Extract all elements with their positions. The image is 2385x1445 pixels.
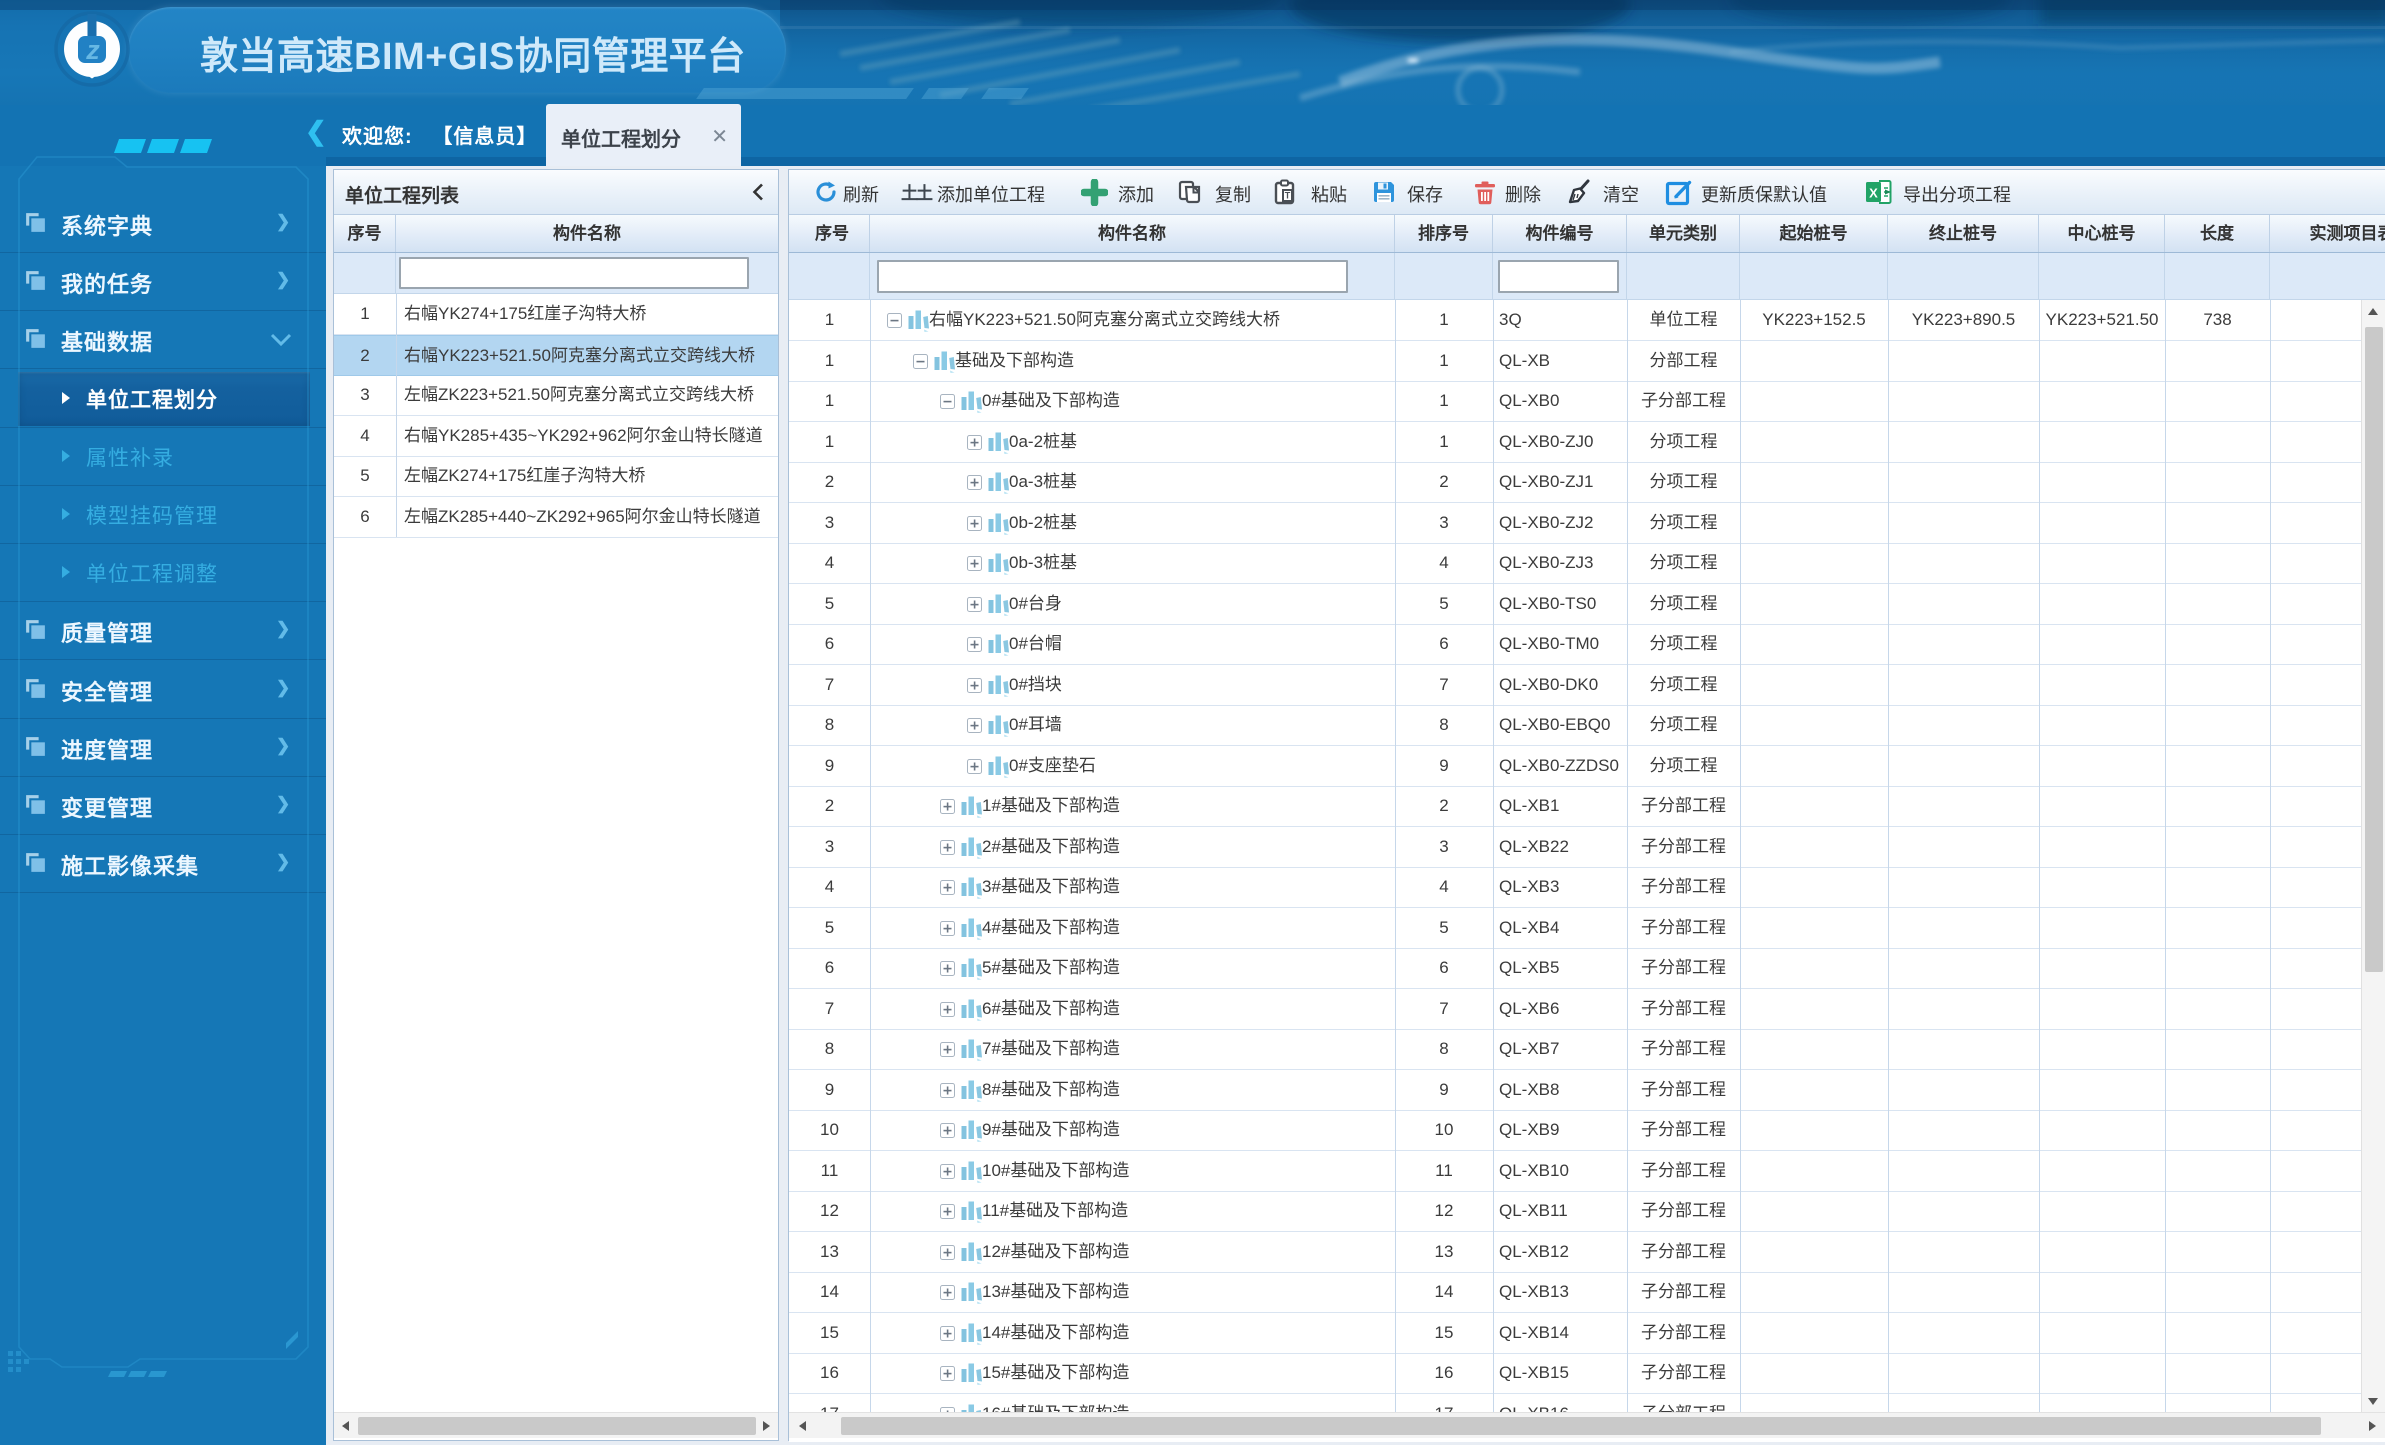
svg-text:X: X: [1869, 186, 1878, 201]
svg-text:T: T: [1285, 191, 1291, 201]
svg-text:z: z: [85, 35, 100, 65]
